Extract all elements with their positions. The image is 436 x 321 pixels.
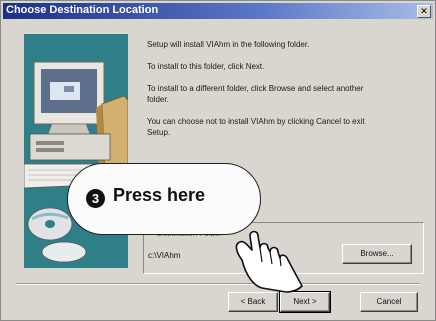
step-number-badge: 3 [86, 189, 105, 208]
info-line-3a: To install to a different folder, click … [147, 84, 364, 93]
title-bar: Choose Destination Location ✕ [3, 3, 433, 19]
pointing-hand-icon [235, 230, 303, 293]
destination-path: c:\VIAhm [148, 251, 181, 260]
info-line-1: Setup will install VIAhm in the followin… [147, 40, 310, 49]
button-separator [16, 283, 420, 285]
cancel-button[interactable]: Cancel [360, 292, 418, 312]
close-icon[interactable]: ✕ [417, 5, 431, 18]
info-line-3b: folder. [147, 95, 169, 104]
info-line-4b: Setup. [147, 128, 171, 137]
info-line-2: To install to this folder, click Next. [147, 62, 265, 71]
info-line-4a: You can choose not to install VIAhm by c… [147, 117, 365, 126]
callout-text: Press here [113, 185, 206, 205]
window-title: Choose Destination Location [6, 4, 159, 16]
browse-button[interactable]: Browse... [342, 244, 412, 264]
